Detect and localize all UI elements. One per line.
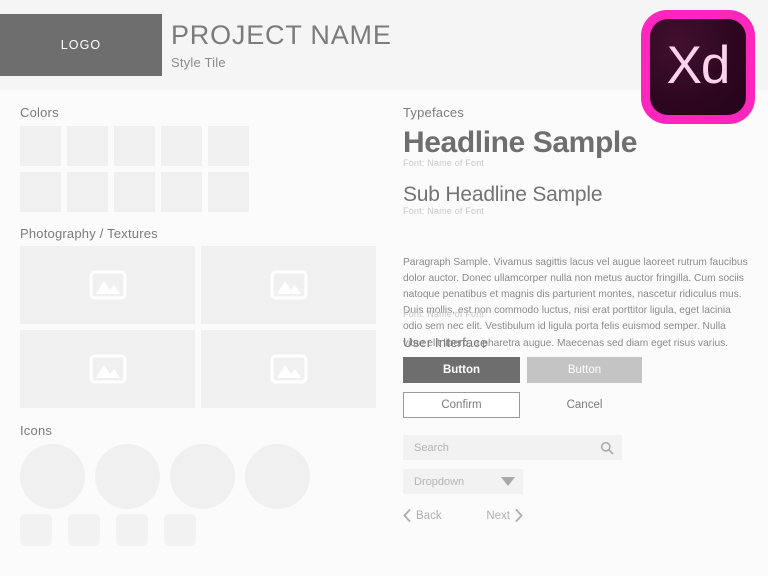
- color-swatch[interactable]: [161, 172, 202, 212]
- subheadline-font-note: Font: Name of Font: [403, 206, 485, 216]
- photo-placeholder[interactable]: [201, 330, 376, 408]
- color-swatch[interactable]: [67, 172, 108, 212]
- color-swatch-grid: [20, 126, 256, 218]
- icon-circle-row: [20, 444, 310, 509]
- section-title-colors: Colors: [20, 105, 59, 120]
- dropdown-value-label: Dropdown: [414, 475, 465, 488]
- section-title-icons: Icons: [20, 423, 53, 438]
- color-swatch[interactable]: [208, 172, 249, 212]
- color-swatch[interactable]: [161, 126, 202, 166]
- page-subtitle: Style Tile: [171, 55, 226, 70]
- icon-square-row: [20, 514, 196, 546]
- primary-button[interactable]: Button: [403, 357, 520, 383]
- icon-placeholder-square[interactable]: [164, 514, 196, 546]
- next-button[interactable]: Next: [486, 509, 523, 522]
- search-placeholder-label: Search: [414, 441, 449, 454]
- confirm-button[interactable]: Confirm: [403, 392, 520, 418]
- icon-placeholder-circle[interactable]: [245, 444, 310, 509]
- chevron-left-icon: [403, 509, 411, 522]
- color-swatch-row: [20, 126, 256, 166]
- search-input[interactable]: Search: [403, 435, 622, 460]
- color-swatch-row: [20, 172, 256, 212]
- chevron-right-icon: [515, 509, 523, 522]
- logo-placeholder-box: LOGO: [0, 14, 162, 76]
- logo-label: LOGO: [60, 38, 102, 52]
- cancel-button[interactable]: Cancel: [527, 392, 642, 418]
- image-placeholder-icon: [270, 270, 307, 300]
- section-title-photography: Photography / Textures: [20, 226, 158, 241]
- section-title-user-interface: User Interface: [403, 335, 488, 350]
- icon-placeholder-circle[interactable]: [95, 444, 160, 509]
- section-title-typefaces: Typefaces: [403, 105, 465, 120]
- headline-font-note: Font: Name of Font: [403, 158, 485, 168]
- icon-placeholder-circle[interactable]: [170, 444, 235, 509]
- color-swatch[interactable]: [114, 126, 155, 166]
- pagination-controls: Back Next: [403, 509, 523, 522]
- adobe-xd-app-icon: Xd: [641, 10, 755, 124]
- image-placeholder-icon: [270, 354, 307, 384]
- icon-placeholder-square[interactable]: [68, 514, 100, 546]
- adobe-xd-icon-inner: Xd: [650, 19, 746, 115]
- search-icon[interactable]: [600, 441, 614, 455]
- back-label: Back: [416, 509, 442, 522]
- photo-placeholder[interactable]: [201, 246, 376, 324]
- color-swatch[interactable]: [114, 172, 155, 212]
- image-placeholder-icon: [89, 354, 126, 384]
- photo-placeholder[interactable]: [20, 246, 195, 324]
- next-label: Next: [486, 509, 510, 522]
- color-swatch[interactable]: [20, 172, 61, 212]
- icon-placeholder-square[interactable]: [116, 514, 148, 546]
- paragraph-font-note: Font: Name of Font: [403, 309, 485, 319]
- adobe-xd-icon-label: Xd: [666, 36, 731, 95]
- color-swatch[interactable]: [20, 126, 61, 166]
- icon-placeholder-circle[interactable]: [20, 444, 85, 509]
- icon-placeholder-square[interactable]: [20, 514, 52, 546]
- headline-sample-text: Headline Sample: [403, 126, 638, 159]
- page-title: PROJECT NAME: [171, 20, 392, 50]
- photography-grid: [20, 246, 376, 408]
- subheadline-sample-text: Sub Headline Sample: [403, 183, 603, 206]
- color-swatch[interactable]: [67, 126, 108, 166]
- chevron-down-icon[interactable]: [501, 477, 515, 486]
- image-placeholder-icon: [89, 270, 126, 300]
- dropdown-select[interactable]: Dropdown: [403, 469, 523, 494]
- back-button[interactable]: Back: [403, 509, 442, 522]
- photo-placeholder[interactable]: [20, 330, 195, 408]
- color-swatch[interactable]: [208, 126, 249, 166]
- secondary-button[interactable]: Button: [527, 357, 642, 383]
